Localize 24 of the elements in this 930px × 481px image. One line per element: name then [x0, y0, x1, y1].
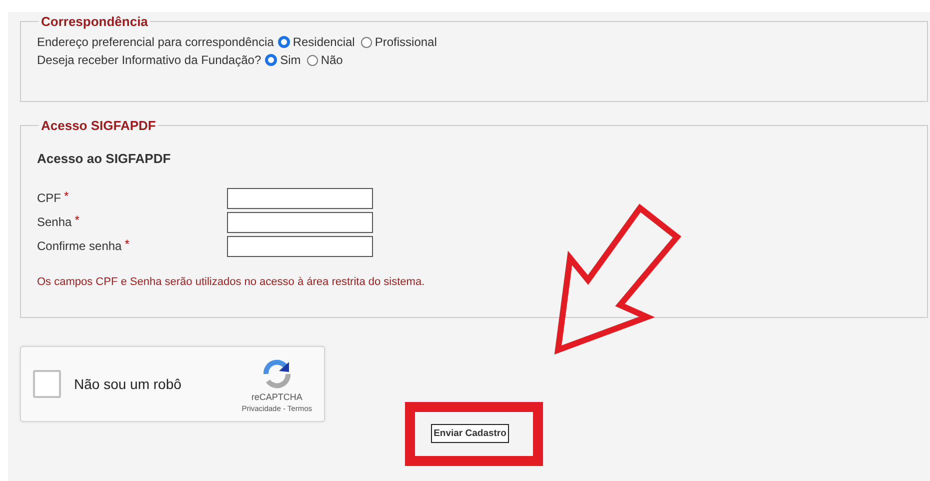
question-label: Deseja receber Informativo da Fundação? — [37, 53, 262, 67]
question-label: Endereço preferencial para correspondência — [37, 35, 274, 49]
captcha-brand: reCAPTCHA — [251, 392, 302, 402]
captcha-checkbox[interactable] — [33, 370, 61, 398]
field-label: CPF — [37, 191, 61, 205]
required-mark: * — [124, 237, 130, 251]
radio-option[interactable]: Sim — [265, 53, 301, 67]
info-note: Os campos CPF e Senha serão utilizados no acesso à área restrita do sistema. — [37, 276, 426, 288]
submit-button[interactable]: Enviar Cadastro — [430, 424, 510, 443]
radio-option[interactable]: Residencial — [278, 35, 355, 49]
section-heading: Acesso ao SIGFAPDF — [37, 151, 172, 166]
radio-option[interactable]: Profissional — [360, 35, 437, 49]
recycle-arrows-icon — [262, 359, 292, 389]
field-label: Confirme senha — [37, 239, 122, 253]
input-field[interactable] — [227, 236, 373, 256]
section-legend: Acesso SIGFAPDF — [39, 118, 158, 133]
field-label: Senha — [37, 215, 72, 229]
captcha-label: Não sou um robô — [74, 376, 182, 392]
radio-option[interactable]: Não — [306, 53, 343, 67]
required-mark: * — [64, 189, 69, 203]
required-mark: * — [74, 213, 80, 227]
section-legend: Correspondência — [39, 14, 150, 29]
input-field[interactable] — [227, 188, 373, 208]
input-field[interactable] — [227, 212, 373, 232]
